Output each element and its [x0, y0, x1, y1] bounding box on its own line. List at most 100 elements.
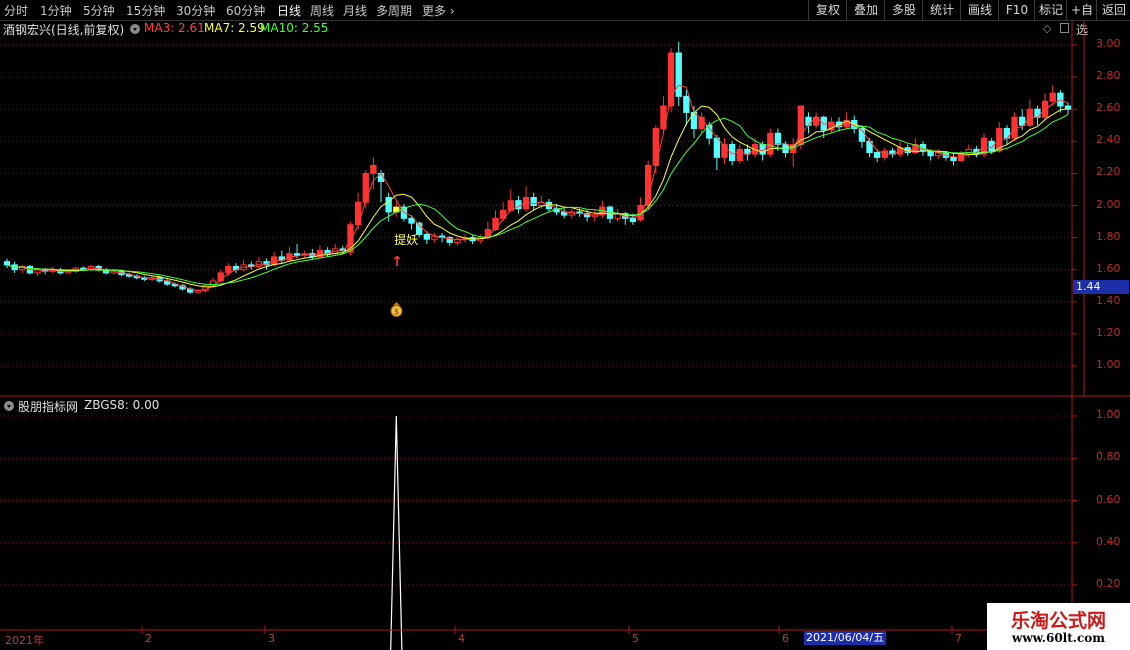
candle-body	[622, 213, 629, 219]
candle-body	[194, 290, 201, 293]
overlay-button[interactable]: 叠加	[846, 0, 885, 20]
candle-body	[255, 261, 263, 267]
candle-body	[744, 148, 751, 155]
watermark-line2: www.60lt.com	[1012, 631, 1105, 645]
candle-body	[645, 164, 652, 206]
date-label-mar: 3	[268, 632, 275, 645]
period-tab-1min[interactable]: 1分钟	[40, 2, 72, 19]
candle-body	[935, 152, 942, 157]
candle-body	[278, 256, 285, 261]
candle-body	[1003, 127, 1011, 139]
mark-button[interactable]: 标记	[1034, 0, 1067, 20]
candle-body	[660, 105, 667, 129]
statistics-button[interactable]: 统计	[922, 0, 961, 20]
candle-body	[767, 132, 774, 155]
indicator-dropdown-icon[interactable]	[4, 401, 14, 411]
candle-body	[950, 156, 957, 162]
candle-body	[553, 208, 560, 213]
candle-body	[629, 217, 637, 223]
candle-body	[324, 249, 331, 255]
y-tick-label: 1.80	[1096, 229, 1121, 243]
y-tick-label: 3.00	[1096, 37, 1121, 50]
restore-rights-button[interactable]: 复权	[808, 0, 847, 20]
candle-body	[515, 200, 522, 210]
period-tab-multi[interactable]: 多周期	[376, 2, 412, 19]
axes-layer	[0, 20, 1130, 634]
candle-body	[896, 147, 904, 155]
candle-body	[454, 238, 461, 243]
selected-date-tag: 2021/06/04/五	[804, 631, 887, 645]
candle-body	[301, 253, 308, 256]
candle-body	[293, 253, 301, 256]
candle-body	[728, 144, 736, 162]
period-tab-60min[interactable]: 60分钟	[226, 2, 265, 19]
candle-body	[942, 152, 950, 158]
period-tab-30min[interactable]: 30分钟	[176, 2, 215, 19]
candle-body	[538, 201, 545, 206]
candle-body	[393, 206, 400, 213]
candle-body	[11, 264, 18, 271]
dropdown-circle-icon[interactable]	[130, 24, 140, 34]
candle-body	[309, 253, 316, 258]
add-watchlist-button[interactable]: +自选	[1066, 0, 1097, 37]
back-button[interactable]: 返回	[1096, 0, 1130, 20]
candle-body	[721, 144, 728, 158]
period-tab-daily[interactable]: 日线	[277, 2, 301, 19]
period-tab-more[interactable]: 更多 ›	[422, 2, 455, 19]
candle-body	[385, 196, 392, 213]
candle-body	[80, 267, 87, 271]
period-tab-15min[interactable]: 15分钟	[126, 2, 165, 19]
candle-body	[232, 265, 240, 271]
candle-body	[980, 137, 988, 155]
candle-body	[973, 148, 980, 155]
candle-body	[507, 200, 514, 211]
candle-body	[1064, 105, 1072, 110]
window-toggle-icon[interactable]	[1060, 23, 1069, 33]
candle-body	[95, 265, 102, 271]
candle-body	[706, 124, 713, 139]
candle-body	[125, 274, 133, 277]
candle-body	[347, 224, 354, 253]
draw-line-button[interactable]: 画线	[960, 0, 999, 20]
ma7-line	[6, 105, 1069, 288]
current-price-tag: 1.44	[1073, 280, 1129, 294]
period-toolbar: 分时 1分钟 5分钟 15分钟 30分钟 60分钟 日线 周线 月线 多周期 更…	[0, 0, 1130, 37]
date-label-apr: 4	[458, 632, 465, 645]
y-tick-label: 2.80	[1096, 69, 1121, 83]
indicator-y-tick-label: 1.00	[1096, 408, 1121, 421]
date-label-may: 5	[632, 632, 639, 645]
candle-body	[606, 206, 614, 219]
candle-body	[286, 253, 293, 261]
watermark-logo: 乐淘公式网 www.60lt.com	[987, 603, 1130, 650]
candle-body	[400, 206, 408, 219]
period-tab-5min[interactable]: 5分钟	[83, 2, 115, 19]
indicator-title: 股朋指标网	[18, 400, 79, 414]
ma3-label: MA3: 2.61	[144, 21, 205, 35]
date-label-feb: 2	[145, 632, 152, 645]
candle-body	[1019, 116, 1026, 126]
candle-body	[927, 150, 934, 157]
diamond-icon[interactable]: ◇	[1043, 22, 1051, 35]
candle-body	[225, 265, 232, 274]
candle-body	[19, 265, 26, 271]
candle-body	[248, 264, 255, 267]
multi-stock-button[interactable]: 多股	[884, 0, 923, 20]
candle-body	[545, 201, 553, 210]
more-label: 更多	[422, 4, 447, 18]
candle-body	[408, 217, 415, 224]
f10-button[interactable]: F10	[998, 0, 1035, 20]
candle-body	[889, 150, 896, 155]
candle-body	[133, 275, 140, 279]
candle-body	[492, 217, 499, 231]
candle-body	[988, 140, 995, 152]
period-tab-intraday[interactable]: 分时	[4, 2, 28, 19]
kline-chart[interactable]	[0, 0, 1130, 650]
candle-body	[179, 285, 186, 290]
period-tab-monthly[interactable]: 月线	[343, 2, 367, 19]
indicator-value: ZBGS8: 0.00	[84, 398, 160, 412]
candle-body	[332, 248, 339, 255]
candle-body	[637, 205, 644, 221]
money-bag-icon[interactable]: $	[390, 301, 403, 317]
candle-body	[820, 116, 827, 131]
period-tab-weekly[interactable]: 周线	[310, 2, 334, 19]
